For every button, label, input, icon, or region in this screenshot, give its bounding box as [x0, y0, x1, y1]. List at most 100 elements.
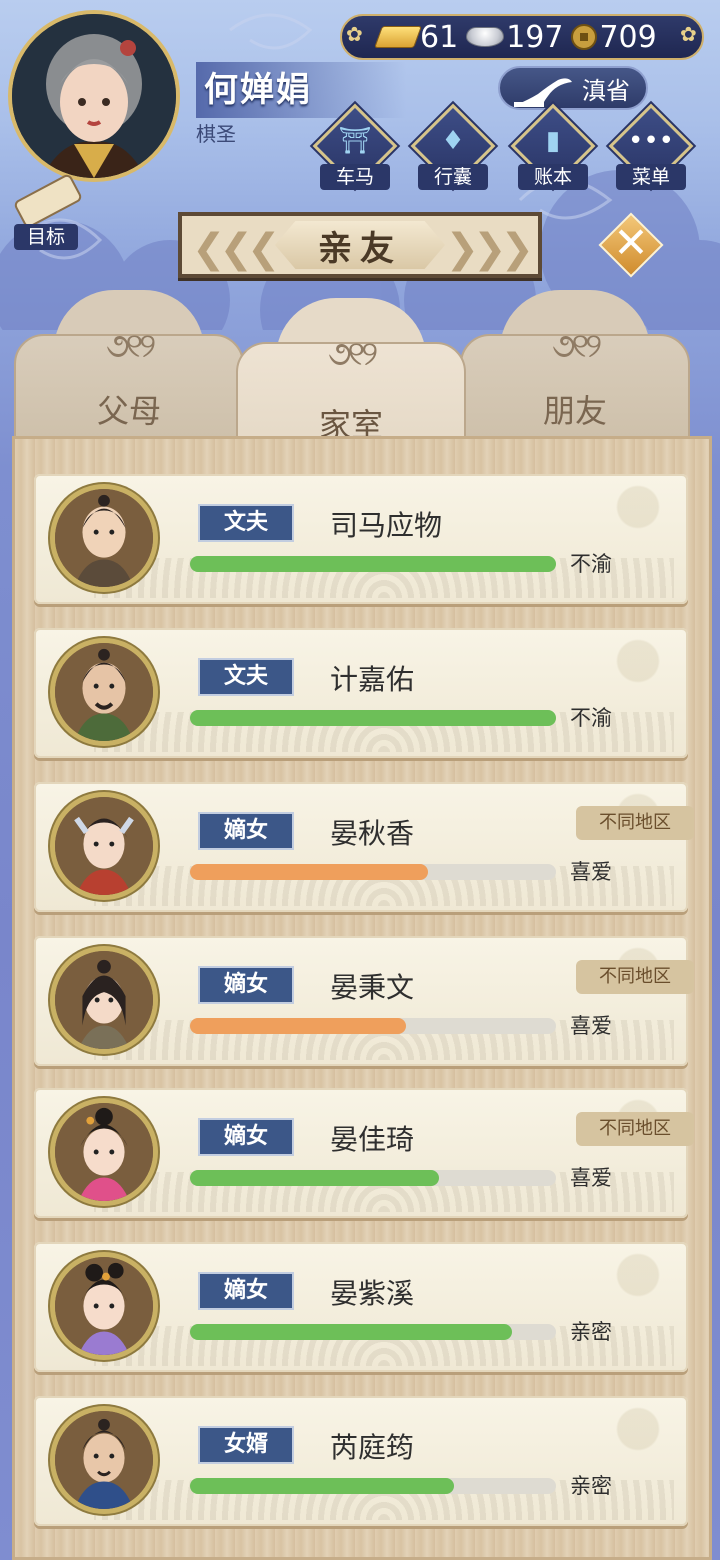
relative-name: 计嘉佑 [330, 663, 415, 696]
silver-currency: 197 [466, 20, 563, 55]
affection-status: 亲密 [570, 1320, 612, 1344]
affection-fill [190, 1324, 513, 1340]
carriage-icon: ⛩ [338, 126, 372, 156]
bamboo-right-icon: ✿ [680, 22, 697, 46]
avatar [50, 484, 158, 592]
silver-amount: 197 [506, 19, 564, 55]
affection-status: 不渝 [570, 706, 612, 730]
region-boot-icon [514, 78, 572, 107]
affection-fill [190, 1170, 439, 1186]
relative-name: 晏佳琦 [330, 1123, 415, 1156]
currency-bar: 61 197 709 [340, 14, 704, 60]
list-item[interactable]: 文夫 司马应物 不渝 [34, 474, 688, 604]
role-badge: 嫡女 [198, 1272, 294, 1310]
tab-friends[interactable]: ૭୧୨ 朋友 [460, 290, 690, 450]
player-title: 棋圣 [196, 122, 236, 146]
list-item[interactable]: 嫡女 晏秉文 不同地区 喜爱 [34, 936, 694, 1066]
role-badge: 文夫 [198, 658, 294, 696]
cloud-curl-decoration [554, 1404, 674, 1454]
relative-portrait [55, 797, 153, 895]
avatar [50, 946, 158, 1054]
list-item[interactable]: 嫡女 晏紫溪 亲密 [34, 1242, 688, 1372]
goal-button[interactable]: 目标 [10, 172, 86, 250]
silver-ingot-icon [466, 27, 505, 47]
affection-bar [190, 1324, 556, 1340]
avatar [50, 1098, 158, 1206]
copper-coin-icon [571, 24, 598, 50]
affection-bar [190, 1170, 556, 1186]
ledger-button[interactable]: ▮ 账本 [510, 103, 596, 194]
bag-label: 行囊 [418, 164, 488, 190]
menu-button[interactable]: ••• 菜单 [608, 103, 694, 194]
avatar [50, 1406, 158, 1514]
title-plaque: ❮❮❮ 亲友 ❯❯❯ [178, 212, 542, 278]
affection-bar [190, 864, 556, 880]
avatar [50, 792, 158, 900]
affection-fill [190, 556, 556, 572]
cloud-swirl-icon: ૭୧୨ [551, 326, 602, 366]
relative-portrait [55, 489, 153, 587]
player-portrait-image [12, 14, 176, 178]
affection-bar [190, 1478, 556, 1494]
chevron-left-decoration: ❮❮❮ [192, 226, 281, 272]
chevron-right-decoration: ❯❯❯ [445, 226, 534, 272]
affection-fill [190, 864, 428, 880]
bag-icon: ♦ [441, 126, 465, 156]
affection-status: 喜爱 [570, 1014, 612, 1038]
page-title: 亲友 [275, 221, 445, 269]
relative-portrait [55, 1411, 153, 1509]
ledger-icon: ▮ [545, 126, 561, 156]
gold-amount: 61 [420, 19, 459, 55]
affection-status: 喜爱 [570, 1166, 612, 1190]
avatar [50, 1252, 158, 1360]
region-badge: 不同地区 [576, 1112, 694, 1146]
role-badge: 女婿 [198, 1426, 294, 1464]
affection-fill [190, 1478, 454, 1494]
gold-ingot-icon [373, 26, 423, 48]
tab-label: 父母 [96, 392, 161, 430]
coin-amount: 709 [599, 19, 657, 55]
gold-currency: 61 [373, 19, 459, 55]
tab-parents[interactable]: ૭୧୨ 父母 [14, 290, 244, 450]
affection-fill [190, 1018, 406, 1034]
cloud-curl-decoration [554, 482, 674, 532]
bamboo-left-icon: ✿ [346, 22, 363, 46]
affection-status: 喜爱 [570, 860, 612, 884]
close-button[interactable]: ✕ [598, 212, 664, 278]
relative-name: 晏紫溪 [330, 1277, 415, 1310]
region-label: 滇省 [582, 76, 630, 105]
bag-button[interactable]: ♦ 行囊 [410, 103, 496, 194]
tab-family[interactable]: ૭୧୨ 家室 [236, 298, 466, 458]
player-name: 何婵娟 [196, 62, 406, 118]
role-badge: 文夫 [198, 504, 294, 542]
affection-fill [190, 710, 556, 726]
list-item[interactable]: 文夫 计嘉佑 不渝 [34, 628, 688, 758]
affection-bar [190, 556, 556, 572]
menu-label: 菜单 [616, 164, 686, 190]
relative-portrait [55, 1103, 153, 1201]
list-item[interactable]: 女婿 芮庭筠 亲密 [34, 1396, 688, 1526]
list-item[interactable]: 嫡女 晏佳琦 不同地区 喜爱 [34, 1088, 694, 1218]
role-badge: 嫡女 [198, 1118, 294, 1156]
role-badge: 嫡女 [198, 966, 294, 1004]
relative-portrait [55, 1257, 153, 1355]
relative-name: 晏秋香 [330, 817, 415, 850]
relative-name: 芮庭筠 [330, 1431, 415, 1464]
cloud-swirl-icon: ૭୧୨ [105, 326, 156, 366]
affection-status: 不渝 [570, 552, 612, 576]
region-button[interactable]: 滇省 [498, 66, 648, 110]
close-icon: ✕ [613, 218, 649, 267]
carriage-button[interactable]: ⛩ 车马 [312, 103, 398, 194]
affection-status: 亲密 [570, 1474, 612, 1498]
list-item[interactable]: 嫡女 晏秋香 不同地区 喜爱 [34, 782, 694, 912]
relative-portrait [55, 643, 153, 741]
carriage-label: 车马 [320, 164, 390, 190]
relative-portrait [55, 951, 153, 1049]
relative-name: 晏秉文 [330, 971, 415, 1004]
affection-bar [190, 1018, 556, 1034]
cloud-curl-decoration [554, 1250, 674, 1300]
player-avatar[interactable] [8, 10, 180, 182]
region-badge: 不同地区 [576, 960, 694, 994]
relative-name: 司马应物 [330, 509, 443, 542]
cloud-swirl-icon: ૭୧୨ [327, 334, 378, 374]
